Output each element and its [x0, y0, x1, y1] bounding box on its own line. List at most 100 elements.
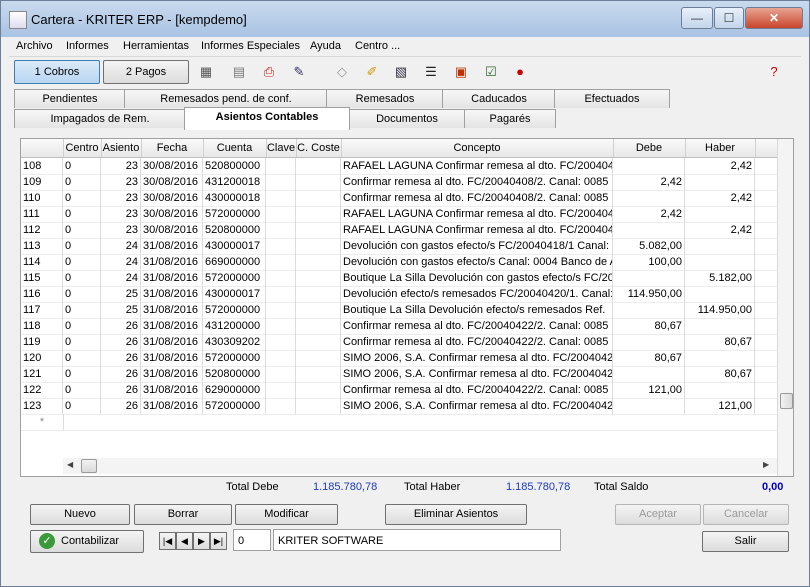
calculator-icon[interactable]: ▤ [231, 64, 247, 80]
row-number[interactable]: 120 [21, 350, 63, 366]
fecha-cell[interactable]: 30/08/2016 [141, 222, 203, 238]
debe-cell[interactable]: 80,67 [613, 350, 685, 366]
asiento-cell[interactable]: 26 [101, 366, 141, 382]
menu-herramientas[interactable]: Herramientas [123, 40, 189, 52]
row-number[interactable]: 119 [21, 334, 63, 350]
asiento-cell[interactable]: 25 [101, 286, 141, 302]
aceptar-button[interactable]: Aceptar [615, 504, 701, 525]
scroll-right-icon[interactable]: ▶ [763, 460, 769, 469]
cobros-button[interactable]: 1 Cobros [14, 60, 100, 84]
last-record-icon[interactable]: ▶| [210, 532, 227, 550]
haber-cell[interactable] [685, 254, 755, 270]
table-row[interactable]: 110 0 23 30/08/2016 430000018 Confirmar remes… [21, 190, 793, 207]
fecha-cell[interactable]: 31/08/2016 [141, 302, 203, 318]
horizontal-scrollbar[interactable]: ◀ ▶ [63, 458, 777, 474]
c-coste-cell[interactable] [296, 190, 341, 206]
concepto-cell[interactable]: Devolución con gastos efecto/s FC/200404… [341, 238, 613, 254]
table-row[interactable]: 122 0 26 31/08/2016 629000000 Confirmar remes… [21, 382, 793, 399]
fecha-cell[interactable]: 31/08/2016 [141, 366, 203, 382]
debe-cell[interactable] [613, 190, 685, 206]
asiento-cell[interactable]: 25 [101, 302, 141, 318]
row-number[interactable]: 110 [21, 190, 63, 206]
c-coste-cell[interactable] [296, 302, 341, 318]
contabilizar-button[interactable]: ✓ Contabilizar [30, 530, 144, 553]
clave-cell[interactable] [266, 286, 296, 302]
tab-remesados[interactable]: Remesados [326, 89, 444, 108]
debe-cell[interactable] [613, 366, 685, 382]
salir-button[interactable]: Salir [702, 531, 789, 552]
highlight-icon[interactable]: ✐ [364, 64, 380, 80]
asiento-cell[interactable]: 26 [101, 382, 141, 398]
clave-cell[interactable] [266, 238, 296, 254]
haber-cell[interactable]: 80,67 [685, 334, 755, 350]
table-row[interactable]: 108 0 23 30/08/2016 520800000 RAFAEL LAGUNA C… [21, 158, 793, 175]
haber-cell[interactable] [685, 206, 755, 222]
fecha-cell[interactable]: 30/08/2016 [141, 206, 203, 222]
asiento-cell[interactable]: 24 [101, 238, 141, 254]
concepto-cell[interactable]: Boutique La Silla Devolución con gastos … [341, 270, 613, 286]
fecha-cell[interactable]: 31/08/2016 [141, 270, 203, 286]
haber-cell[interactable]: 2,42 [685, 158, 755, 174]
row-number[interactable]: 121 [21, 366, 63, 382]
fecha-cell[interactable]: 31/08/2016 [141, 382, 203, 398]
cuenta-cell[interactable]: 520800000 [203, 158, 266, 174]
cuenta-cell[interactable]: 430000017 [203, 238, 266, 254]
centro-cell[interactable]: 0 [63, 254, 101, 270]
cuenta-cell[interactable]: 572000000 [203, 398, 266, 414]
eliminar-asientos-button[interactable]: Eliminar Asientos [385, 504, 527, 525]
asiento-cell[interactable]: 23 [101, 158, 141, 174]
menu-centro[interactable]: Centro ... [355, 40, 400, 52]
centro-cell[interactable]: 0 [63, 238, 101, 254]
row-number[interactable]: 117 [21, 302, 63, 318]
asiento-cell[interactable]: 23 [101, 222, 141, 238]
centro-cell[interactable]: 0 [63, 318, 101, 334]
centro-cell[interactable]: 0 [63, 270, 101, 286]
centro-cell[interactable]: 0 [63, 350, 101, 366]
debe-cell[interactable] [613, 302, 685, 318]
debe-cell[interactable] [613, 334, 685, 350]
c-coste-cell[interactable] [296, 158, 341, 174]
menu-ayuda[interactable]: Ayuda [310, 40, 341, 52]
modificar-button[interactable]: Modificar [235, 504, 338, 525]
fecha-cell[interactable]: 31/08/2016 [141, 286, 203, 302]
fecha-cell[interactable]: 30/08/2016 [141, 174, 203, 190]
cuenta-cell[interactable]: 430000017 [203, 286, 266, 302]
table-row[interactable]: 119 0 26 31/08/2016 430309202 Confirmar remes… [21, 334, 793, 351]
c-coste-cell[interactable] [296, 398, 341, 414]
debe-cell[interactable]: 2,42 [613, 206, 685, 222]
centro-cell[interactable]: 0 [63, 382, 101, 398]
first-record-icon[interactable]: |◀ [159, 532, 176, 550]
haber-cell[interactable] [685, 318, 755, 334]
c-coste-cell[interactable] [296, 270, 341, 286]
haber-cell[interactable] [685, 382, 755, 398]
tab-pagares[interactable]: Pagarés [464, 109, 556, 128]
header-c-coste[interactable]: C. Coste [296, 139, 342, 157]
haber-cell[interactable] [685, 174, 755, 190]
clave-cell[interactable] [266, 270, 296, 286]
next-record-icon[interactable]: ▶ [193, 532, 210, 550]
debe-cell[interactable]: 2,42 [613, 174, 685, 190]
c-coste-cell[interactable] [296, 222, 341, 238]
concepto-cell[interactable]: Confirmar remesa al dto. FC/20040408/2. … [341, 174, 613, 190]
eraser-icon[interactable]: ◇ [334, 64, 350, 80]
centro-cell[interactable]: 0 [63, 302, 101, 318]
table-row[interactable]: 114 0 24 31/08/2016 669000000 Devolución con … [21, 254, 793, 271]
clave-cell[interactable] [266, 254, 296, 270]
pagos-button[interactable]: 2 Pagos [103, 60, 189, 84]
nuevo-button[interactable]: Nuevo [30, 504, 130, 525]
clave-cell[interactable] [266, 158, 296, 174]
concepto-cell[interactable]: SIMO 2006, S.A. Confirmar remesa al dto.… [341, 350, 613, 366]
header-debe[interactable]: Debe [613, 139, 686, 157]
concepto-cell[interactable]: Confirmar remesa al dto. FC/20040422/2. … [341, 318, 613, 334]
cuenta-cell[interactable]: 431200018 [203, 174, 266, 190]
fecha-cell[interactable]: 31/08/2016 [141, 350, 203, 366]
haber-cell[interactable]: 80,67 [685, 366, 755, 382]
c-coste-cell[interactable] [296, 238, 341, 254]
menu-informes-especiales[interactable]: Informes Especiales [201, 40, 300, 52]
edit-icon[interactable]: ✎ [291, 64, 307, 80]
borrar-button[interactable]: Borrar [134, 504, 232, 525]
c-coste-cell[interactable] [296, 254, 341, 270]
row-number[interactable]: 109 [21, 174, 63, 190]
fecha-cell[interactable]: 30/08/2016 [141, 158, 203, 174]
centro-cell[interactable]: 0 [63, 174, 101, 190]
